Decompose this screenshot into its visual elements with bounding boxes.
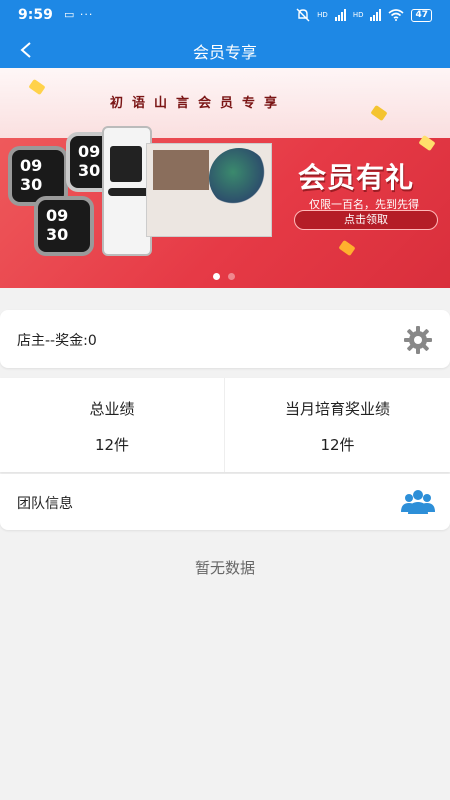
hd-label-1: HD [317,10,328,19]
carousel-dot-active[interactable] [213,273,220,280]
total-performance: 总业绩 12件 [0,378,225,472]
banner-headline: 会员有礼 [298,161,415,194]
notification-icons: ▭ ··· [64,8,94,21]
team-info-label: 团队信息 [17,496,73,512]
gear-icon[interactable] [402,324,434,356]
wifi-icon [388,9,404,21]
carousel-dot[interactable] [228,273,235,280]
lock-keypad [110,146,142,182]
status-bar: 9:59 ▭ ··· HD HD 47 [0,0,450,32]
status-right: HD HD 47 [296,8,432,22]
page-title: 会员专享 [192,43,257,62]
watch-time: 09 30 [78,142,101,180]
watch-time: 09 30 [20,156,43,194]
promo-banner[interactable]: 初语山言会员专享 09 30 09 30 09 30 会员有礼 仅限一百名，先到… [0,68,450,288]
team-info-row[interactable]: 团队信息 [0,474,450,530]
team-icon[interactable] [400,488,436,516]
hd-label-2: HD [352,10,364,19]
smart-lock-image [102,126,160,256]
stat-title: 总业绩 [89,400,135,418]
status-time: 9:59 [18,7,53,23]
banner-slogan: 初语山言会员专享 [110,96,287,111]
performance-stats: 总业绩 12件 当月培育奖业绩 12件 [0,378,450,472]
empty-state: 暂无数据 [194,559,255,577]
confetti-shape [338,239,356,257]
shop-owner-bonus: 店主--奖金:0 [17,333,97,349]
signal-icon-1 [334,9,346,21]
product-package-image [146,143,272,237]
stat-value: 12件 [94,436,130,454]
mute-icon [296,8,310,22]
claim-button[interactable]: 点击领取 [294,210,438,230]
battery-icon: 47 [411,8,432,22]
nav-bar: 会员专享 [0,32,450,68]
stat-title: 当月培育奖业绩 [284,400,390,418]
watch-time: 09 30 [46,206,69,244]
carousel-indicator [213,273,235,280]
smartwatch-image: 09 30 [34,196,94,256]
monthly-bonus-performance: 当月培育奖业绩 12件 [225,378,450,472]
stat-value: 12件 [320,436,355,454]
shop-owner-card: 店主--奖金:0 [0,310,450,368]
signal-icon-2 [370,9,382,21]
